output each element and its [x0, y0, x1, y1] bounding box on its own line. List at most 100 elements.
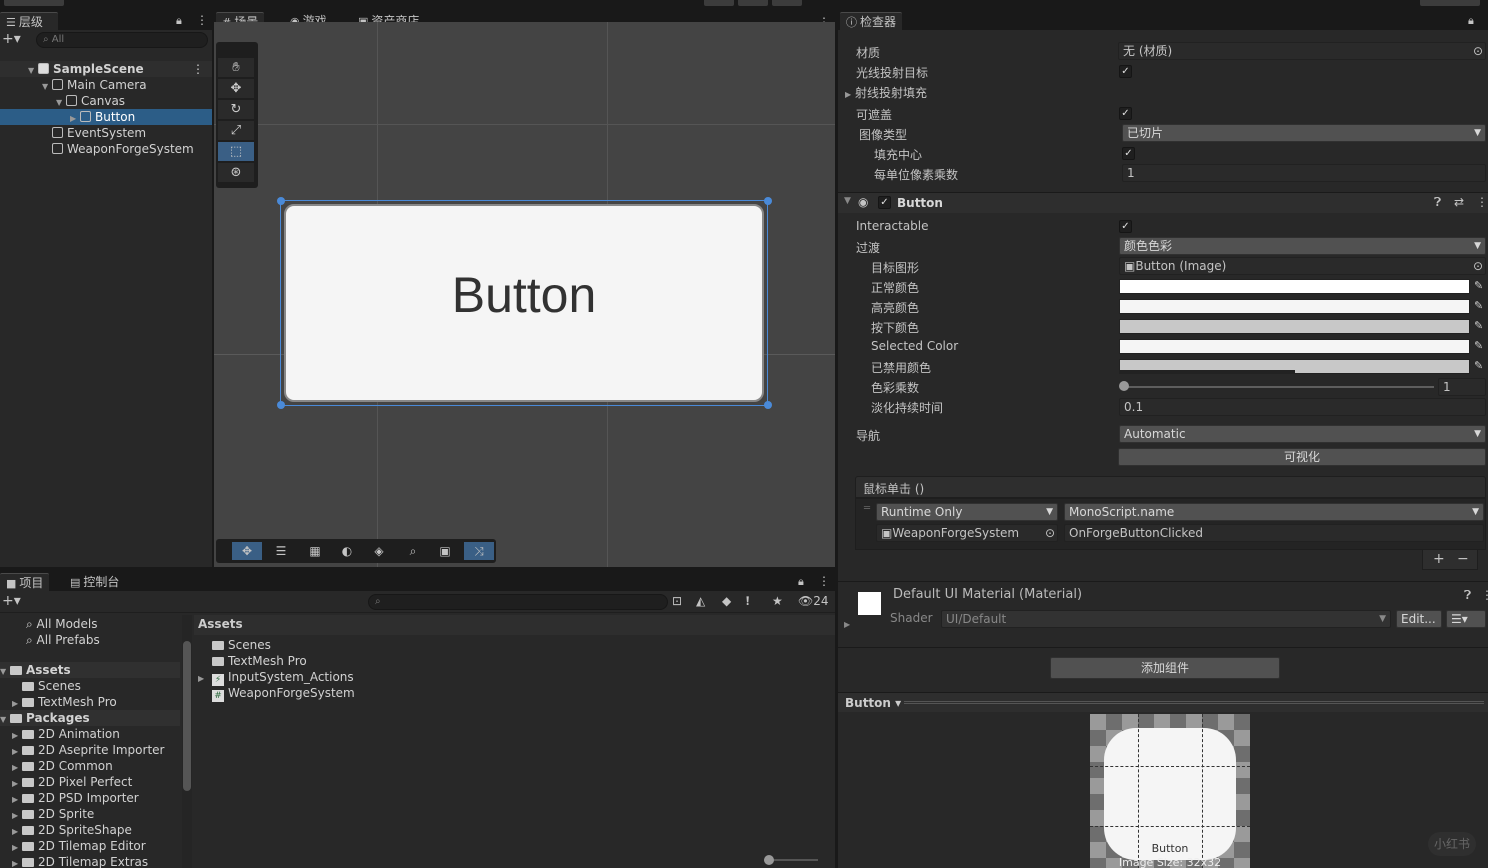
zoom-slider-handle[interactable]	[764, 855, 774, 865]
button-enabled-checkbox[interactable]: ✓	[878, 196, 891, 209]
add-event-icon[interactable]: +	[1433, 551, 1445, 567]
target-object-field[interactable]: ▣WeaponForgeSystem ⊙	[876, 524, 1058, 542]
create-plus-icon[interactable]: +▾	[2, 593, 21, 609]
color-multiplier-slider-track[interactable]	[1124, 386, 1434, 388]
hierarchy-item[interactable]: WeaponForgeSystem	[0, 141, 212, 157]
shading-icon[interactable]: ◐	[332, 542, 362, 560]
chevron-right-icon[interactable]: ▶	[844, 620, 850, 629]
ppu-multiplier-field[interactable]: 1	[1122, 164, 1486, 182]
project-tree-item[interactable]: ▶ 2D Aseprite Importer	[0, 742, 180, 758]
hierarchy-search-input[interactable]: ⌕ All	[36, 32, 208, 48]
file-item[interactable]: Scenes	[194, 637, 271, 653]
scale-tool-icon[interactable]: ⤢	[218, 121, 254, 141]
more-menu-icon[interactable]: ⋮	[1476, 195, 1488, 209]
search-by-type-icon[interactable]: ⊡	[672, 594, 682, 608]
lock-icon[interactable]: 🔒︎	[798, 575, 804, 589]
tree-scrollbar[interactable]	[182, 615, 192, 868]
selected-color-swatch[interactable]	[1119, 339, 1470, 354]
project-tree-item[interactable]: ▶ 2D Common	[0, 758, 180, 774]
help-icon[interactable]: ❓︎	[1434, 195, 1441, 210]
remove-event-icon[interactable]: −	[1457, 551, 1469, 567]
project-tree-item[interactable]: ▶ TextMesh Pro	[0, 694, 180, 710]
move-tool-icon[interactable]: ✥	[218, 79, 254, 99]
create-plus-icon[interactable]: +▾	[2, 31, 21, 47]
transform-tool-icon[interactable]: ⊛	[218, 163, 254, 183]
rect-handle[interactable]	[764, 401, 772, 409]
image-type-dropdown[interactable]: 已切片 ▼	[1122, 124, 1486, 142]
lock-icon[interactable]: 🔒︎	[1468, 14, 1474, 28]
hierarchy-item[interactable]: ▼ Main Camera	[0, 77, 212, 93]
project-tree-item[interactable]: ▶ 2D Sprite	[0, 806, 180, 822]
object-picker-icon[interactable]: ⊙	[1473, 43, 1483, 59]
layout-dropdown[interactable]	[1420, 0, 1480, 6]
shader-edit-button[interactable]: Edit...	[1396, 610, 1442, 628]
transition-dropdown[interactable]: 颜色色彩 ▼	[1119, 237, 1486, 255]
tab-hierarchy[interactable]: ☰ 层级	[0, 12, 58, 30]
grid-snap-icon[interactable]: ▦	[300, 542, 330, 560]
shader-options-dropdown[interactable]: ☰▾	[1446, 610, 1486, 628]
button-component-header[interactable]: ▼ ◉ ✓ Button ❓︎ ⇄ ⋮	[838, 193, 1488, 213]
file-item[interactable]: ▶ ⚡ InputSystem_Actions	[194, 669, 354, 686]
scene-viewport[interactable]: ✋︎ ✥ ↻ ⤢ ⬚ ⊛ Button ✥ ☰ ▦ ◐ ◈ ⌕ ▣ ⤨	[214, 22, 835, 567]
camera-icon[interactable]: ▣	[430, 542, 460, 560]
favorite-item[interactable]: ⌕ All Models	[26, 616, 98, 632]
hierarchy-item[interactable]: ▶ Button	[0, 109, 212, 125]
shader-dropdown[interactable]: UI/Default ▼	[941, 610, 1391, 628]
help-icon[interactable]: ❓︎	[1464, 588, 1471, 603]
object-picker-icon[interactable]: ⊙	[1045, 525, 1055, 541]
more-menu-icon[interactable]: ⋮	[1481, 588, 1488, 602]
project-tree-item[interactable]: ▶ 2D SpriteShape	[0, 822, 180, 838]
drag-handle-icon[interactable]: ═	[864, 503, 870, 514]
target-graphic-field[interactable]: ▣Button (Image) ⊙	[1119, 257, 1486, 275]
project-tree-item[interactable]: ▶ 2D Animation	[0, 726, 180, 742]
filter-icon[interactable]: ◭	[696, 594, 705, 608]
zoom-icon[interactable]: ⌕	[398, 542, 428, 560]
navigation-dropdown[interactable]: Automatic ▼	[1119, 425, 1486, 443]
raycast-target-checkbox[interactable]: ✓	[1119, 65, 1132, 78]
favorite-item[interactable]: ⌕ All Prefabs	[26, 632, 100, 648]
project-tree-item[interactable]: ▶ 2D Tilemap Editor	[0, 838, 180, 854]
project-tree-item[interactable]: ▼ Packages	[0, 710, 180, 726]
tab-project[interactable]: ■ 项目	[0, 573, 50, 591]
pressed-color-swatch[interactable]	[1119, 319, 1470, 334]
preview-dropdown[interactable]: Button ▾	[845, 696, 901, 710]
project-tree-item[interactable]: ▶ 2D Tilemap Extras	[0, 854, 180, 868]
rect-handle[interactable]	[277, 197, 285, 205]
runtime-dropdown[interactable]: Runtime Only ▼	[876, 503, 1058, 521]
layers-icon[interactable]: ◈	[364, 542, 394, 560]
disabled-color-swatch[interactable]	[1119, 359, 1470, 374]
interactable-checkbox[interactable]: ✓	[1119, 220, 1132, 233]
tab-inspector[interactable]: ⓘ 检查器	[840, 12, 903, 30]
warning-icon[interactable]: ❗︎	[746, 594, 749, 609]
rotate-tool-icon[interactable]: ↻	[218, 100, 254, 120]
pivot-icon[interactable]: ☰	[266, 542, 296, 560]
preset-icon[interactable]: ⇄	[1454, 195, 1464, 209]
eyedropper-icon[interactable]: ✎	[1474, 319, 1483, 332]
material-field[interactable]: 无 (材质) ⊙	[1118, 42, 1486, 60]
account-menu[interactable]	[4, 0, 64, 6]
project-tree-item[interactable]: Scenes	[0, 678, 180, 694]
file-item[interactable]: # WeaponForgeSystem	[194, 685, 355, 702]
tab-console[interactable]: ▤ 控制台	[64, 573, 125, 591]
raycast-padding-foldout[interactable]: ▶ 射线投射填充	[845, 84, 927, 101]
eyedropper-icon[interactable]: ✎	[1474, 359, 1483, 372]
color-multiplier-field[interactable]: 1	[1438, 378, 1486, 396]
fill-center-checkbox[interactable]: ✓	[1122, 147, 1135, 160]
project-tree-item[interactable]: ▶ 2D Pixel Perfect	[0, 774, 180, 790]
eyedropper-icon[interactable]: ✎	[1474, 299, 1483, 312]
pause-button[interactable]	[738, 0, 768, 6]
eyedropper-icon[interactable]: ✎	[1474, 339, 1483, 352]
more-menu-icon[interactable]: ⋮	[818, 574, 830, 588]
rect-tool-icon[interactable]: ⬚	[218, 142, 254, 162]
maskable-checkbox[interactable]: ✓	[1119, 107, 1132, 120]
move-gizmo-icon[interactable]: ✥	[232, 542, 262, 560]
file-item[interactable]: TextMesh Pro	[194, 653, 307, 669]
method-field[interactable]: OnForgeButtonClicked	[1064, 524, 1484, 542]
scrollbar-thumb[interactable]	[183, 641, 191, 791]
hierarchy-item[interactable]: ▼ SampleScene ⋮	[0, 61, 212, 77]
shuffle-icon[interactable]: ⤨	[464, 542, 494, 560]
project-tree-item[interactable]: ▶ 2D PSD Importer	[0, 790, 180, 806]
fade-duration-field[interactable]: 0.1	[1119, 398, 1486, 416]
function-dropdown[interactable]: MonoScript.name ▼	[1064, 503, 1484, 521]
hierarchy-item[interactable]: EventSystem	[0, 125, 212, 141]
